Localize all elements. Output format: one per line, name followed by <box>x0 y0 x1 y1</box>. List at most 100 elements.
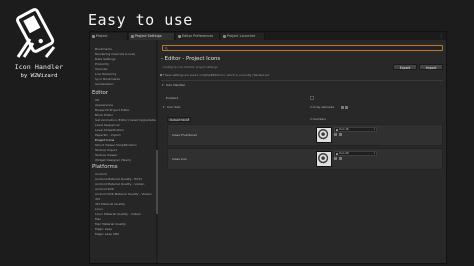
add-element-icon[interactable] <box>341 105 344 109</box>
enabled-label: Enabled <box>166 96 179 100</box>
expand-arrow-icon[interactable]: ▾ <box>163 105 165 109</box>
branding-panel: Icon Handler by W2Wizard <box>0 0 78 266</box>
members-count: 2 members <box>310 117 326 121</box>
sidebar-item[interactable]: Android SDK <box>95 187 114 191</box>
divider <box>161 80 443 81</box>
sidebar-item[interactable]: Widget Designer (Team) <box>95 158 131 162</box>
tab-label: Project <box>96 34 108 38</box>
tab-project-settings[interactable]: Project Settings <box>129 33 175 40</box>
sidebar-item[interactable]: Android Material Quality - ES31 <box>95 177 142 181</box>
collapse-arrow-icon[interactable]: ▾ <box>162 83 164 87</box>
dropdown-value: Default Mode <box>170 118 189 122</box>
gear-preview-icon <box>318 129 329 140</box>
sidebar-item[interactable]: Paper2D - Import <box>95 133 121 137</box>
tab-editor-preferences[interactable]: Editor Preferences <box>176 33 220 40</box>
chevron-down-icon: ▾ <box>187 118 189 121</box>
mode-dropdown[interactable]: Default Mode ▾ <box>167 117 191 122</box>
sidebar-item[interactable]: Blueprint Project Editor <box>95 108 130 112</box>
tab-label: Project Launcher <box>227 34 256 38</box>
sidebar-item[interactable]: Magic Leap SDK <box>95 232 119 236</box>
sidebar-item[interactable]: Bookmarks <box>95 47 112 51</box>
sidebar-scrollbar[interactable] <box>156 40 158 263</box>
sidebar-item[interactable]: Sync Bookmarks <box>95 77 120 81</box>
sidebar-item[interactable]: Texture Viewer <box>95 153 117 157</box>
page-subtitle: Configure icon handler project settings <box>163 65 218 69</box>
sidebar-item[interactable]: iOS <box>95 197 100 201</box>
sidebar-item[interactable]: Get Animation (Editor) Asset Upgradation <box>95 118 157 122</box>
phone-card-icon <box>16 8 56 58</box>
delete-icon[interactable] <box>345 105 348 109</box>
texture-thumbnail[interactable] <box>316 151 332 167</box>
sidebar-item[interactable]: Android SDK Material Quality - Vulkan <box>95 192 152 196</box>
sidebar-item[interactable]: Rendering Override (Local) <box>95 52 135 56</box>
config-note: These settings are saved in DefaultEdito… <box>160 73 270 77</box>
sidebar-item[interactable]: Linux <box>95 207 103 211</box>
gear-preview-icon <box>318 153 329 164</box>
tab-bar: Project Project Settings Editor Preferen… <box>90 32 446 40</box>
asset-picker-field[interactable]: Icon 16 ▾ <box>334 127 377 132</box>
reset-icon[interactable] <box>339 157 342 160</box>
config-note-text: These settings are saved in DefaultEdito… <box>163 73 270 77</box>
sidebar-item[interactable]: Linux Material Quality - Vulkan <box>95 212 141 216</box>
chevron-down-icon: ▾ <box>373 152 375 155</box>
sidebar-item[interactable]: Tutorials <box>95 67 108 71</box>
settings-sidebar: Bookmarks Rendering Override (Local) Dat… <box>90 40 158 263</box>
sidebar-item[interactable]: Magic Leap <box>95 227 112 231</box>
sidebar-item[interactable]: Mac <box>95 217 101 221</box>
export-button[interactable]: Export <box>393 64 417 70</box>
sidebar-item-project-icons[interactable]: Project Icons <box>90 138 155 142</box>
tab-label: Editor Preferences <box>182 34 214 38</box>
section-header[interactable]: Icon Handler <box>166 83 185 87</box>
tab-project[interactable]: Project <box>90 33 128 40</box>
asset-dot-icon <box>336 129 338 131</box>
texture-thumbnail[interactable] <box>316 127 332 143</box>
asset-dot-icon <box>336 153 338 155</box>
brand-subtitle: by W2Wizard <box>20 73 58 79</box>
asset-name: Icon 16 <box>339 128 349 131</box>
sidebar-item[interactable]: 2D <box>95 98 99 102</box>
project-settings-window: Project Project Settings Editor Preferen… <box>89 31 447 264</box>
icon-size-label: Icon Size <box>167 105 181 109</box>
brand-title: Icon Handler <box>14 63 64 71</box>
import-button[interactable]: Import <box>419 64 443 70</box>
sidebar-item[interactable]: Struct Viewer Simplification <box>95 143 137 147</box>
sidebar-item[interactable]: Android Material Quality - Vulkan <box>95 182 144 186</box>
chevron-down-icon: ▾ <box>373 128 375 131</box>
row-label: Class Thumbnail <box>172 133 197 137</box>
tab-project-launcher[interactable]: Project Launcher <box>221 33 265 40</box>
gear-icon <box>130 35 134 38</box>
reset-icon[interactable] <box>339 133 342 136</box>
enabled-checkbox[interactable] <box>310 96 314 100</box>
asset-picker-field[interactable]: Icon 20 ▾ <box>334 151 377 156</box>
browse-icon[interactable] <box>334 157 337 160</box>
sidebar-item[interactable]: Data Settings <box>95 57 115 61</box>
tab-label: Project Settings <box>135 34 162 38</box>
sidebar-item[interactable]: Proximity <box>95 62 109 66</box>
sidebar-item[interactable]: Texture Import <box>95 148 117 152</box>
headline: Easy to use <box>88 11 193 29</box>
search-icon <box>164 46 168 50</box>
settings-main-pane: - Editor - Project Icons Configure icon … <box>160 54 446 263</box>
sidebar-item[interactable]: Level Simplification <box>95 128 124 132</box>
settings-search-input[interactable] <box>162 45 443 51</box>
sidebar-item[interactable]: iOS Material Quality <box>95 202 125 206</box>
icon-size-value: 2 Array elements <box>310 105 335 109</box>
icon-row: Class Icon Icon 20 ▾ <box>167 148 443 170</box>
sidebar-item[interactable]: Serialization <box>95 82 113 86</box>
folder-icon <box>91 35 95 38</box>
sidebar-scroll-thumb[interactable] <box>156 150 158 214</box>
browse-icon[interactable] <box>334 133 337 136</box>
icon-row: Class Thumbnail Icon 16 ▾ <box>167 124 443 146</box>
sidebar-item[interactable]: Android <box>95 172 107 176</box>
sidebar-section-editor[interactable]: Editor <box>92 90 108 97</box>
rocket-icon <box>222 35 226 38</box>
sidebar-item[interactable]: Mac Material Quality <box>95 222 126 226</box>
gear-icon <box>177 35 181 38</box>
sidebar-item[interactable]: Low Hierarchy <box>95 72 116 76</box>
info-dot-icon <box>160 73 162 76</box>
sidebar-item[interactable]: Appearance <box>95 103 113 107</box>
sidebar-section-platforms[interactable]: Platforms <box>92 164 118 171</box>
sidebar-item[interactable]: Block Editor <box>95 113 113 117</box>
sidebar-item[interactable]: Level Sequencer <box>95 123 120 127</box>
tab-menu-button[interactable]: ⋮ <box>439 33 443 38</box>
